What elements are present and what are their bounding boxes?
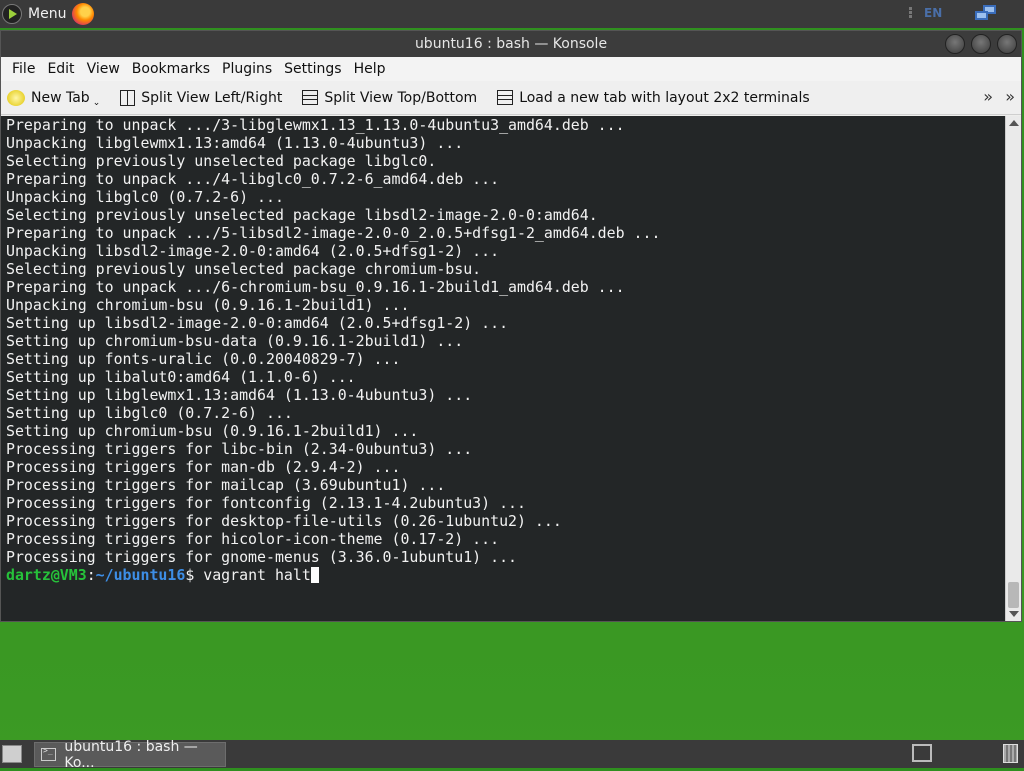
tray-terminal-icon[interactable] xyxy=(912,744,932,762)
terminal-line: Setting up chromium-bsu (0.9.16.1-2build… xyxy=(6,422,419,440)
scroll-thumb[interactable] xyxy=(1008,582,1019,608)
menubar: File Edit View Bookmarks Plugins Setting… xyxy=(1,57,1021,81)
terminal-line: Unpacking libglc0 (0.7.2-6) ... xyxy=(6,188,284,206)
split-left-right-label: Split View Left/Right xyxy=(141,89,283,106)
bottom-panel: ubuntu16 : bash — Ko... xyxy=(0,739,1024,771)
terminal-line: Setting up fonts-uralic (0.0.20040829-7)… xyxy=(6,350,401,368)
terminal-line: Processing triggers for man-db (2.9.4-2)… xyxy=(6,458,401,476)
show-desktop-icon[interactable] xyxy=(2,745,22,763)
terminal-line: Preparing to unpack .../3-libglewmx1.13_… xyxy=(6,116,625,134)
keyboard-layout-indicator[interactable]: EN xyxy=(924,6,942,20)
top-panel: Menu EN xyxy=(0,0,1024,28)
prompt-line: dartz@VM3:~/ubuntu16$ vagrant halt xyxy=(1,566,1007,584)
menu-settings[interactable]: Settings xyxy=(278,61,347,77)
prompt-user: dartz@VM3 xyxy=(6,566,87,584)
maximize-button[interactable] xyxy=(971,34,991,54)
split-top-bottom-button[interactable]: Split View Top/Bottom xyxy=(302,90,477,106)
terminal-line: Setting up libalut0:amd64 (1.1.0-6) ... xyxy=(6,368,356,386)
menu-button[interactable]: Menu xyxy=(2,3,66,25)
terminal-line: Setting up chromium-bsu-data (0.9.16.1-2… xyxy=(6,332,464,350)
terminal-scrollbar[interactable] xyxy=(1005,116,1021,621)
split-top-bottom-label: Split View Top/Bottom xyxy=(324,89,478,106)
layout-2x2-button[interactable]: Load a new tab with layout 2x2 terminals xyxy=(497,89,810,106)
mint-menu-icon xyxy=(2,4,22,24)
konsole-window: ubuntu16 : bash — Konsole File Edit View… xyxy=(0,30,1022,622)
terminal-line: Preparing to unpack .../4-libglc0_0.7.2-… xyxy=(6,170,500,188)
split-left-right-icon xyxy=(120,89,136,106)
new-tab-icon xyxy=(7,89,25,106)
terminal-line: Selecting previously unselected package … xyxy=(6,152,437,170)
firefox-icon[interactable] xyxy=(72,3,94,25)
terminal-line: Processing triggers for fontconfig (2.13… xyxy=(6,494,526,512)
terminal-line: Processing triggers for desktop-file-uti… xyxy=(6,512,562,530)
split-left-right-button[interactable]: Split View Left/Right xyxy=(120,89,283,106)
menu-label: Menu xyxy=(28,6,67,22)
terminal-line: Processing triggers for hicolor-icon-the… xyxy=(6,530,500,548)
terminal-line: Processing triggers for gnome-menus (3.3… xyxy=(6,548,518,566)
prompt-path: ~/ubuntu16 xyxy=(95,566,186,584)
terminal-icon xyxy=(41,746,57,761)
menu-bookmarks[interactable]: Bookmarks xyxy=(126,61,216,77)
scroll-up-arrow-icon[interactable] xyxy=(1009,120,1019,126)
menu-help[interactable]: Help xyxy=(348,61,392,77)
terminal-line: Selecting previously unselected package … xyxy=(6,260,482,278)
minimize-button[interactable] xyxy=(945,34,965,54)
toolbar-overflow-icon[interactable]: » xyxy=(983,87,993,106)
terminal-line: Setting up libglewmx1.13:amd64 (1.13.0-4… xyxy=(6,386,473,404)
terminal-line: Unpacking chromium-bsu (0.9.16.1-2build1… xyxy=(6,296,410,314)
close-button[interactable] xyxy=(997,34,1017,54)
dropdown-arrow-icon[interactable]: ⌄ xyxy=(93,98,101,108)
new-tab-label: New Tab xyxy=(31,89,90,106)
split-top-bottom-icon xyxy=(302,90,319,105)
trash-icon[interactable] xyxy=(1003,744,1018,763)
terminal-line: Setting up libglc0 (0.7.2-6) ... xyxy=(6,404,293,422)
prompt-symbol: $ xyxy=(185,566,204,584)
menubar-overflow-icon[interactable]: » xyxy=(1005,87,1015,106)
menu-view[interactable]: View xyxy=(81,61,126,77)
menu-plugins[interactable]: Plugins xyxy=(216,61,278,77)
terminal-line: Processing triggers for mailcap (3.69ubu… xyxy=(6,476,446,494)
layout-2x2-icon xyxy=(497,90,514,105)
terminal-line: Preparing to unpack .../6-chromium-bsu_0… xyxy=(6,278,625,296)
taskbar-item-konsole[interactable]: ubuntu16 : bash — Ko... xyxy=(34,739,226,771)
taskbar-item-label: ubuntu16 : bash — Ko... xyxy=(64,738,198,771)
keyboard-grip-icon xyxy=(906,6,916,22)
terminal-line: Processing triggers for libc-bin (2.34-0… xyxy=(6,440,473,458)
prompt-command: vagrant halt xyxy=(203,566,311,584)
terminal-line: Unpacking libsdl2-image-2.0-0:amd64 (2.0… xyxy=(6,242,500,260)
toolbar: New Tab ⌄ Split View Left/Right Split Vi… xyxy=(1,81,1021,115)
network-icon[interactable] xyxy=(975,5,999,23)
terminal-line: Unpacking libglewmx1.13:amd64 (1.13.0-4u… xyxy=(6,134,464,152)
new-tab-button[interactable]: New Tab ⌄ xyxy=(7,88,100,108)
window-titlebar[interactable]: ubuntu16 : bash — Konsole xyxy=(1,31,1021,57)
text-cursor xyxy=(310,567,319,583)
terminal-view[interactable]: Preparing to unpack .../3-libglewmx1.13_… xyxy=(1,116,1007,621)
menu-file[interactable]: File xyxy=(6,61,41,77)
menu-edit[interactable]: Edit xyxy=(41,61,80,77)
layout-2x2-label: Load a new tab with layout 2x2 terminals xyxy=(519,89,810,106)
terminal-line: Selecting previously unselected package … xyxy=(6,206,598,224)
terminal-line: Preparing to unpack .../5-libsdl2-image-… xyxy=(6,224,661,242)
scroll-down-arrow-icon[interactable] xyxy=(1009,611,1019,617)
window-title: ubuntu16 : bash — Konsole xyxy=(414,36,608,52)
terminal-line: Setting up libsdl2-image-2.0-0:amd64 (2.… xyxy=(6,314,509,332)
